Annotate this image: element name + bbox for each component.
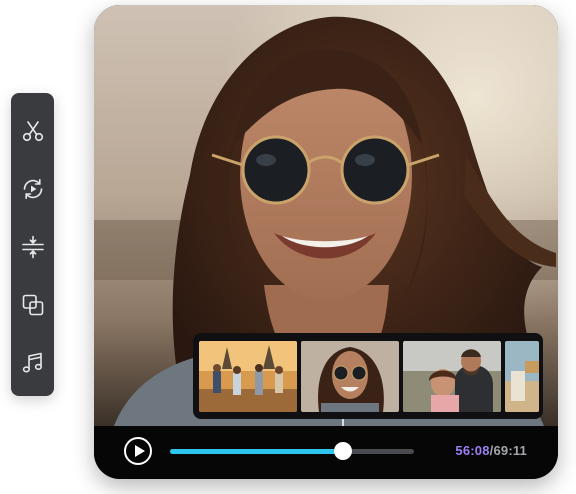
play-button[interactable] — [124, 437, 152, 465]
cut-tool-button[interactable] — [11, 103, 54, 159]
scissors-icon — [22, 121, 43, 142]
overlay-tool-button[interactable] — [11, 277, 54, 333]
total-time: 69:11 — [493, 443, 527, 458]
split-tool-button[interactable] — [11, 219, 54, 275]
music-tool-button[interactable] — [11, 335, 54, 391]
rotate-tool-button[interactable] — [11, 161, 54, 217]
progress-knob[interactable] — [334, 442, 352, 460]
play-icon — [135, 445, 145, 457]
thumbnail-group-walking[interactable] — [199, 341, 297, 412]
progress-track[interactable] — [170, 442, 414, 460]
edit-toolbar — [11, 93, 54, 396]
time-display: 56:08/69:11 — [455, 443, 527, 458]
overlay-icon — [22, 294, 43, 316]
rotate-play-icon — [23, 178, 42, 200]
progress-fill — [170, 449, 343, 454]
thumbnail-woman-sunglasses[interactable] — [301, 341, 399, 412]
music-note-icon — [22, 352, 42, 373]
split-icon — [21, 235, 44, 259]
current-time: 56:08 — [455, 443, 490, 458]
control-bar: 56:08/69:11 — [94, 426, 558, 479]
video-player: 56:08/69:11 — [94, 5, 558, 479]
thumbnail-couple[interactable] — [403, 341, 501, 412]
thumbnail-partial[interactable] — [505, 341, 539, 412]
thumbnail-strip — [193, 333, 543, 419]
